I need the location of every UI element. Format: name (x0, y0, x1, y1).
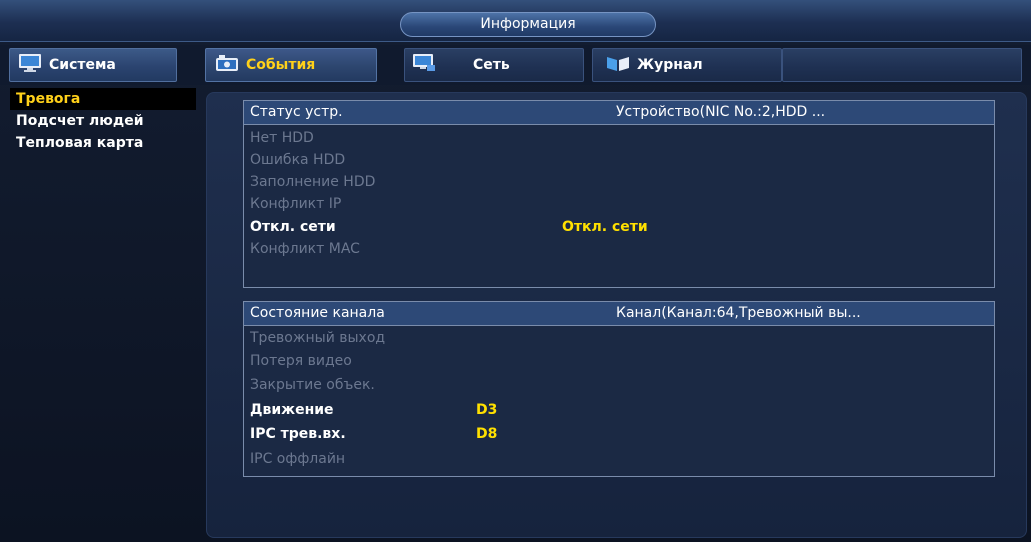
status-value: D3 (476, 402, 498, 418)
list-item: Движение D3 (244, 399, 994, 421)
sidebar-item-people-count[interactable]: Подсчет людей (10, 110, 196, 132)
status-label: Нет HDD (250, 130, 314, 146)
tab-journal-label: Журнал (637, 57, 703, 73)
status-label: Закрытие объек. (250, 377, 375, 393)
status-label: Потеря видео (250, 353, 352, 369)
list-item: Конфликт IP (244, 193, 994, 215)
tab-system-label: Система (49, 57, 116, 73)
list-item: Заполнение HDD (244, 171, 994, 193)
channel-status-summary: Канал(Канал:64,Тревожный вы... (616, 305, 861, 321)
status-label: IPC оффлайн (250, 451, 346, 467)
list-item: Конфликт MAC (244, 238, 994, 260)
info-window: Информация Система События Сеть Журнал Т… (0, 0, 1031, 542)
status-value: D8 (476, 426, 498, 442)
tab-network-label: Сеть (473, 57, 510, 73)
tab-bar-filler (782, 48, 1022, 82)
list-item: Тревожный выход (244, 327, 994, 349)
list-item: Потеря видео (244, 350, 994, 372)
list-item: Ошибка HDD (244, 149, 994, 171)
window-title: Информация (400, 12, 656, 37)
device-status-title: Статус устр. (250, 104, 343, 120)
channel-status-panel: Состояние канала Канал(Канал:64,Тревожны… (243, 301, 995, 477)
list-item: Закрытие объек. (244, 374, 994, 396)
camera-icon (216, 55, 238, 75)
list-item: IPC оффлайн (244, 448, 994, 470)
channel-status-header: Состояние канала Канал(Канал:64,Тревожны… (244, 302, 994, 326)
tab-events-label: События (246, 57, 316, 73)
status-label: Откл. сети (250, 219, 336, 235)
tab-system[interactable]: Система (9, 48, 177, 82)
journal-icon (607, 55, 629, 75)
content-panel: Статус устр. Устройство(NIC No.:2,HDD ..… (206, 92, 1027, 538)
status-label: Конфликт MAC (250, 241, 360, 257)
tab-journal[interactable]: Журнал (592, 48, 782, 82)
channel-status-title: Состояние канала (250, 305, 385, 321)
list-item: Нет HDD (244, 127, 994, 149)
tab-network[interactable]: Сеть (404, 48, 584, 82)
status-label: Движение (250, 402, 334, 418)
status-label: IPC трев.вх. (250, 426, 346, 442)
network-icon (413, 54, 435, 76)
status-label: Ошибка HDD (250, 152, 346, 168)
status-label: Тревожный выход (250, 330, 386, 346)
status-label: Заполнение HDD (250, 174, 376, 190)
monitor-icon (19, 54, 41, 76)
status-value: Откл. сети (562, 219, 648, 235)
device-status-panel: Статус устр. Устройство(NIC No.:2,HDD ..… (243, 100, 995, 288)
title-bar: Информация (0, 0, 1031, 42)
tab-bar: Система События Сеть Журнал (0, 45, 1031, 85)
status-label: Конфликт IP (250, 196, 342, 212)
sidebar-item-alarm[interactable]: Тревога (10, 88, 196, 110)
tab-events[interactable]: События (205, 48, 377, 82)
list-item: IPC трев.вх. D8 (244, 423, 994, 445)
device-status-summary: Устройство(NIC No.:2,HDD ... (616, 104, 826, 120)
device-status-header: Статус устр. Устройство(NIC No.:2,HDD ..… (244, 101, 994, 125)
sidebar: Тревога Подсчет людей Тепловая карта (8, 86, 198, 538)
sidebar-item-heatmap[interactable]: Тепловая карта (10, 132, 196, 154)
list-item: Откл. сети Откл. сети (244, 216, 994, 238)
